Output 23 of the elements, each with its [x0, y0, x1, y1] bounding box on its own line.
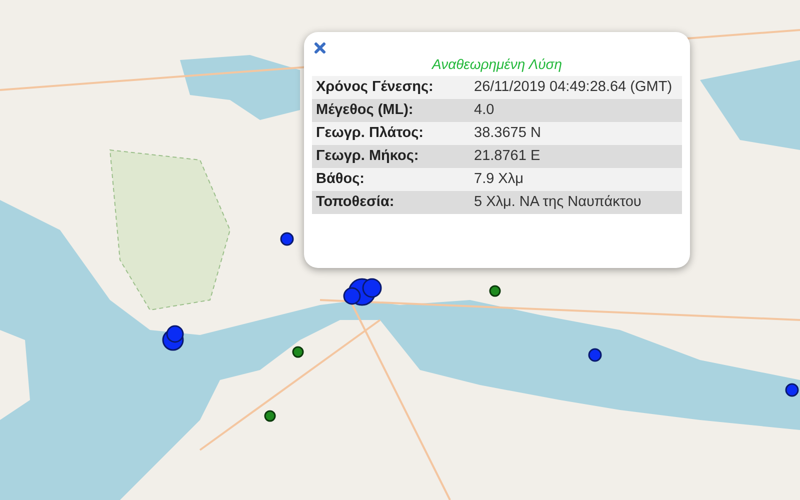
quake-marker[interactable]: [785, 383, 799, 397]
field-label: Γεωγρ. Μήκος:: [312, 145, 470, 168]
field-value: 38.3675 N: [470, 122, 682, 145]
quake-marker[interactable]: [362, 278, 382, 298]
close-icon[interactable]: [314, 42, 326, 54]
quake-marker[interactable]: [343, 287, 361, 305]
field-value: 5 Χλμ. ΝΑ της Ναυπάκτου: [470, 191, 682, 214]
field-label: Βάθος:: [312, 168, 470, 191]
field-value: 21.8761 E: [470, 145, 682, 168]
field-label: Γεωγρ. Πλάτος:: [312, 122, 470, 145]
quake-marker[interactable]: [292, 346, 304, 358]
field-label: Μέγεθος (ML):: [312, 99, 470, 122]
field-value: 4.0: [470, 99, 682, 122]
field-value: 7.9 Χλμ: [470, 168, 682, 191]
field-value: 26/11/2019 04:49:28.64 (GMT): [470, 76, 682, 99]
quake-marker[interactable]: [489, 285, 501, 297]
popup-title: Αναθεωρημένη Λύση: [430, 56, 563, 72]
quake-marker[interactable]: [280, 232, 294, 246]
field-label: Χρόνος Γένεσης:: [312, 76, 470, 99]
quake-marker[interactable]: [264, 410, 276, 422]
quake-marker[interactable]: [166, 325, 184, 343]
field-label: Τοποθεσία:: [312, 191, 470, 214]
quake-marker[interactable]: [588, 348, 602, 362]
